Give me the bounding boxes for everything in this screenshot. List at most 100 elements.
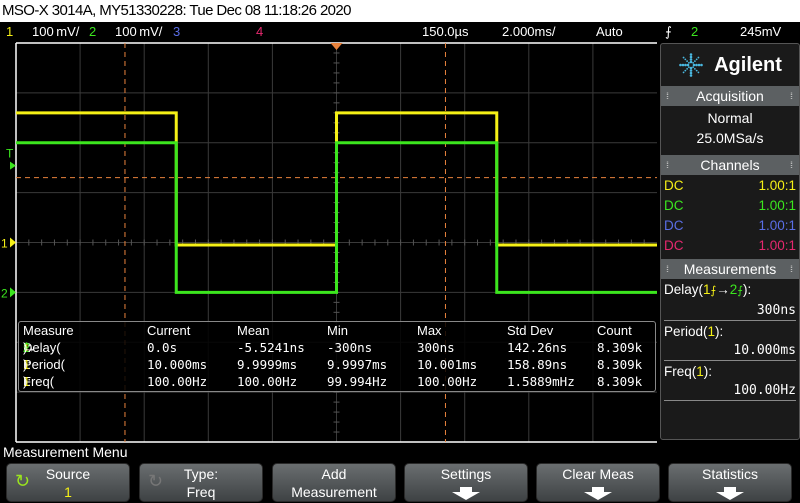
softkey-label: Settings	[440, 466, 492, 482]
table-header-row: Measure Current Mean Min Max Std Dev Cou…	[19, 322, 655, 339]
source-1: 1	[703, 282, 711, 297]
coupling: DC	[664, 178, 684, 193]
measurement-freq: Freq(1): 100.00Hz	[664, 361, 796, 401]
channel-row-3: DC 1.00:1	[661, 216, 799, 236]
coupling: DC	[664, 198, 684, 213]
settings-softkey[interactable]: Settings	[404, 463, 528, 502]
horizontal-delay[interactable]: 150.0µs	[422, 22, 469, 41]
trigger-level[interactable]: 245mV	[740, 22, 781, 41]
acquisition-mode: Normal	[707, 110, 753, 126]
column-header: Max	[417, 323, 442, 338]
ch2-ground-label: 2	[1, 286, 8, 300]
channel-row-2: DC 1.00:1	[661, 196, 799, 216]
channel-2-trace	[16, 141, 657, 294]
source-softkey[interactable]: ↻ Source 1	[6, 463, 130, 502]
softkey-label: Add	[321, 466, 347, 482]
window-title: MSO-X 3014A, MY51330228: Tue Dec 08 11:1…	[0, 0, 800, 22]
acquisition-header[interactable]: Acquisition	[661, 86, 799, 106]
probe-ratio: 1.00:1	[758, 238, 796, 253]
ch3-label[interactable]: 3	[173, 22, 180, 41]
table-row: Period(1): 10.000ms 9.9999ms 9.9997ms 10…	[19, 356, 655, 373]
ch2-scale[interactable]: 100 mV/	[115, 22, 162, 41]
ch1-ground-marker	[10, 237, 16, 248]
softkey-label-2: Measurement	[291, 484, 377, 500]
status-bar: 1 100 mV/ 2 100 mV/ 3 4 150.0µs 2.000ms/…	[0, 22, 800, 41]
menu-title: Measurement Menu	[3, 444, 128, 460]
channel-row-1: DC 1.00:1	[661, 176, 799, 196]
measure-name-end: ):	[703, 364, 713, 379]
probe-ratio: 1.00:1	[758, 218, 796, 233]
clear-meas-softkey[interactable]: Clear Meas	[536, 463, 660, 502]
acquisition-info: Normal 25.0MSa/s	[661, 106, 799, 155]
softkey-label: Clear Meas	[562, 466, 634, 482]
ch2-label[interactable]: 2	[89, 22, 96, 41]
ch1-label[interactable]: 1	[6, 22, 13, 41]
column-header: Mean	[237, 323, 270, 338]
down-arrow-icon	[584, 487, 612, 500]
cell-mean: -5.5241ns	[237, 340, 305, 355]
cell-current: 100.00Hz	[147, 374, 208, 389]
measure-name-end: ):	[743, 282, 752, 297]
trigger-point-marker	[330, 43, 343, 50]
column-header: Std Dev	[507, 323, 554, 338]
ch1-ground-label: 1	[1, 237, 8, 251]
measure-name: Period(	[664, 324, 708, 339]
probe-ratio: 1.00:1	[758, 198, 796, 213]
measure-name-end: ):	[715, 324, 724, 339]
source-1: 1	[707, 324, 716, 339]
sample-rate: 25.0MSa/s	[696, 130, 764, 146]
measurement-delay: Delay(1⨍→2⨍): 300ns	[664, 279, 796, 321]
softkey-label: Statistics	[701, 466, 758, 482]
down-arrow-icon	[452, 487, 480, 500]
softkey-label: Type:	[183, 466, 219, 482]
cell-max: 300ns	[417, 340, 455, 355]
column-header: Count	[597, 323, 632, 338]
channels-header[interactable]: Channels	[661, 155, 799, 175]
cell-count: 8.309k	[597, 374, 643, 389]
cell-stddev: 1.5889mHz	[507, 374, 575, 389]
table-row: Freq(1): 100.00Hz 100.00Hz 99.994Hz 100.…	[19, 373, 655, 390]
measurements-header[interactable]: Measurements	[661, 259, 799, 279]
cell-stddev: 158.89ns	[507, 357, 568, 372]
trigger-mode[interactable]: Auto	[596, 22, 623, 41]
cell-mean: 9.9999ms	[237, 357, 298, 372]
measure-name-end: ):	[23, 340, 31, 355]
column-header: Min	[327, 323, 348, 338]
trigger-edge-icon: ⨍	[665, 24, 672, 39]
statistics-softkey[interactable]: Statistics	[668, 463, 792, 502]
cell-min: 9.9997ms	[327, 357, 388, 372]
softkey-value: 1	[64, 484, 72, 500]
type-softkey[interactable]: ↻ Type: Freq	[139, 463, 263, 502]
softkey-label: Source	[45, 466, 91, 482]
side-panel: Agilent Acquisition Normal 25.0MSa/s Cha…	[660, 43, 800, 440]
agilent-logo: Agilent	[661, 44, 799, 86]
cell-min: -300ns	[327, 340, 373, 355]
cell-min: 99.994Hz	[327, 374, 388, 389]
column-header: Current	[147, 323, 191, 338]
ch2-ground-marker	[10, 287, 16, 298]
coupling: DC	[664, 238, 684, 253]
ch4-label[interactable]: 4	[256, 22, 263, 41]
brand-name: Agilent	[714, 53, 782, 76]
down-arrow-icon	[716, 487, 744, 500]
measure-name: Freq(	[664, 364, 697, 379]
spark-icon	[679, 53, 703, 77]
column-header: Measure	[23, 323, 74, 338]
table-row: Delay(1 ⨍ → 2 ⨍): 0.0s -5.5241ns -300ns 300n…	[19, 339, 655, 356]
coupling: DC	[664, 218, 684, 233]
add-measurement-softkey[interactable]: Add Measurement	[272, 463, 396, 502]
measure-name-end: ):	[23, 357, 31, 372]
trigger-source[interactable]: 2	[691, 22, 698, 41]
timebase-scale[interactable]: 2.000ms/	[502, 22, 555, 41]
cell-current: 10.000ms	[147, 357, 208, 372]
cell-count: 8.309k	[597, 357, 643, 372]
measure-value: 300ns	[756, 303, 796, 318]
measure-name: Delay(	[664, 282, 704, 297]
statistics-table: Measure Current Mean Min Max Std Dev Cou…	[18, 321, 656, 392]
cell-stddev: 142.26ns	[507, 340, 568, 355]
cell-count: 8.309k	[597, 340, 643, 355]
trigger-level-label: T	[6, 147, 14, 161]
ch1-scale[interactable]: 100 mV/	[32, 22, 79, 41]
measure-value: 10.000ms	[733, 343, 796, 358]
cell-current: 0.0s	[147, 340, 178, 355]
